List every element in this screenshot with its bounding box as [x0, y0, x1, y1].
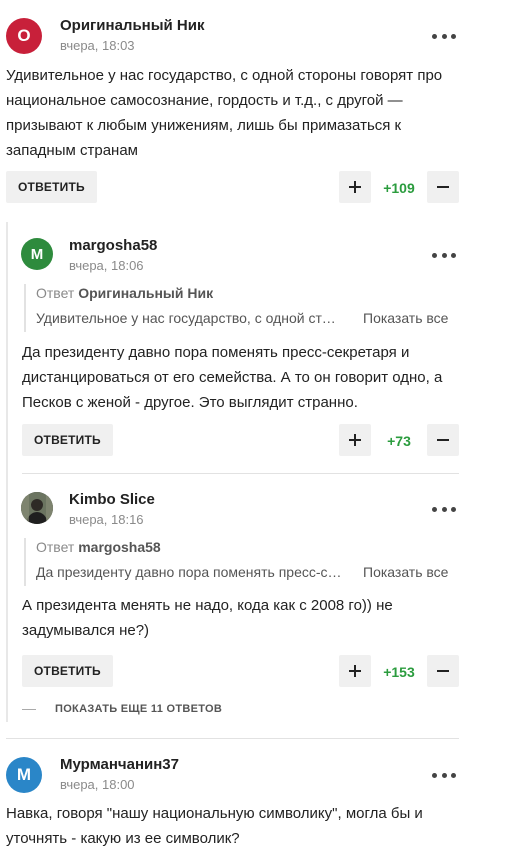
plus-icon [349, 181, 361, 193]
comment-text: А президента менять не надо, кода как с … [22, 597, 393, 639]
author-name[interactable]: Оригинальный Ник [60, 17, 205, 34]
vote-score: +153 [383, 664, 415, 680]
comment-text: Удивительное у нас государство, с одной … [6, 67, 443, 159]
quote-prefix: Ответ [36, 285, 75, 301]
avatar[interactable]: M [21, 238, 53, 270]
quote-excerpt: Да президенту давно пора поменять пресс-… [36, 564, 342, 580]
comment-time: вчера, 18:06 [69, 258, 144, 273]
minus-icon [437, 186, 449, 188]
more-replies-dash [22, 709, 36, 710]
downvote-button[interactable] [427, 655, 459, 687]
thread-line [6, 222, 8, 722]
minus-icon [437, 670, 449, 672]
comment-text: Да президенту давно пора поменять пресс-… [22, 344, 443, 411]
author-name[interactable]: Мурманчанин37 [60, 756, 179, 773]
reply-button[interactable]: ОТВЕТИТЬ [22, 424, 113, 456]
reply-button[interactable]: ОТВЕТИТЬ [22, 655, 113, 687]
show-all-link[interactable]: Показать все [363, 563, 448, 581]
reply-quote[interactable]: Ответ Оригинальный Ник Удивительное у на… [24, 284, 460, 332]
more-options-icon[interactable] [432, 505, 456, 513]
upvote-button[interactable] [339, 424, 371, 456]
quote-excerpt: Удивительное у нас государство, с одной … [36, 310, 342, 326]
user-photo-icon [21, 492, 53, 524]
avatar[interactable]: М [6, 757, 42, 793]
vote-score: +109 [383, 180, 415, 196]
show-all-link[interactable]: Показать все [363, 309, 448, 327]
reply-quote[interactable]: Ответ margosha58 Да президенту давно пор… [24, 538, 460, 586]
comment-time: вчера, 18:00 [60, 777, 135, 792]
more-options-icon[interactable] [432, 32, 456, 40]
minus-icon [437, 439, 449, 441]
plus-icon [349, 665, 361, 677]
upvote-button[interactable] [339, 171, 371, 203]
upvote-button[interactable] [339, 655, 371, 687]
quote-author: Оригинальный Ник [78, 285, 214, 301]
avatar[interactable] [21, 492, 53, 524]
more-options-icon[interactable] [432, 251, 456, 259]
quote-author: margosha58 [78, 539, 161, 555]
downvote-button[interactable] [427, 424, 459, 456]
quote-prefix: Ответ [36, 539, 75, 555]
comment-time: вчера, 18:03 [60, 38, 135, 53]
comment-time: вчера, 18:16 [69, 512, 144, 527]
downvote-button[interactable] [427, 171, 459, 203]
avatar[interactable]: О [6, 18, 42, 54]
divider [6, 738, 459, 739]
author-name[interactable]: Kimbo Slice [69, 491, 155, 508]
more-options-icon[interactable] [432, 771, 456, 779]
comment-text: Навка, говоря "нашу национальную символи… [6, 805, 423, 847]
author-name[interactable]: margosha58 [69, 237, 157, 254]
plus-icon [349, 434, 361, 446]
vote-score: +73 [387, 433, 411, 449]
show-more-replies-button[interactable]: ПОКАЗАТЬ ЕЩЕ 11 ОТВЕТОВ [55, 703, 222, 715]
reply-button[interactable]: ОТВЕТИТЬ [6, 171, 97, 203]
divider [22, 473, 459, 474]
